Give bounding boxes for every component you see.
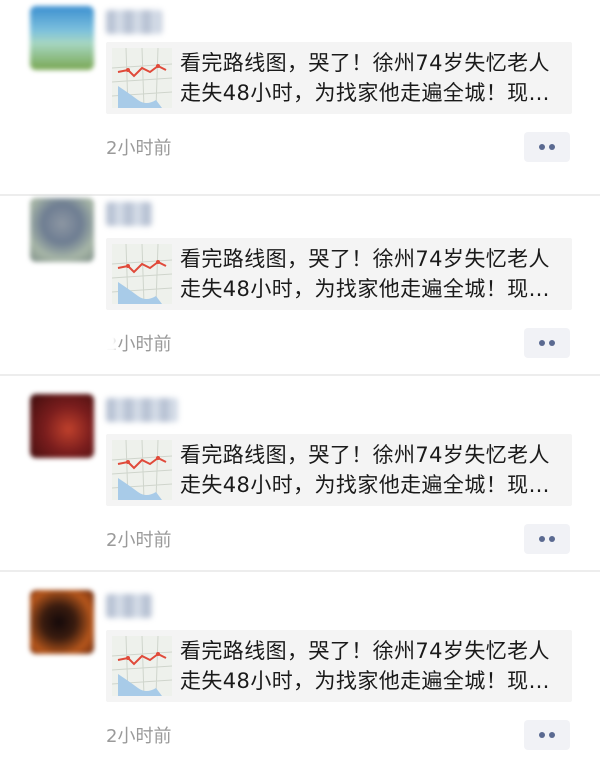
post-time: 2小时前 bbox=[106, 726, 172, 747]
nickname[interactable] bbox=[106, 10, 162, 34]
route-map-thumbnail bbox=[112, 48, 172, 108]
article-title: 看完路线图，哭了！徐州74岁失忆老人 走失48小时，为找家他走遍全城！现… bbox=[180, 51, 550, 105]
nickname[interactable] bbox=[106, 202, 152, 226]
moments-feed: 看完路线图，哭了！徐州74岁失忆老人 走失48小时，为找家他走遍全城！现… 2小… bbox=[0, 0, 600, 760]
ellipsis-icon bbox=[539, 144, 545, 150]
avatar[interactable] bbox=[30, 394, 94, 458]
ellipsis-icon bbox=[539, 340, 545, 346]
article-title: 看完路线图，哭了！徐州74岁失忆老人 走失48小时，为找家他走遍全城！现… bbox=[180, 639, 550, 693]
more-actions-button[interactable] bbox=[524, 132, 570, 162]
map-icon bbox=[112, 440, 172, 500]
nickname[interactable] bbox=[106, 398, 178, 422]
shared-article-card[interactable]: 看完路线图，哭了！徐州74岁失忆老人 走失48小时，为找家他走遍全城！现… bbox=[106, 630, 572, 702]
nickname[interactable] bbox=[106, 594, 152, 618]
more-actions-button[interactable] bbox=[524, 720, 570, 750]
ellipsis-icon bbox=[539, 536, 545, 542]
map-icon bbox=[112, 244, 172, 304]
avatar[interactable] bbox=[30, 198, 94, 262]
route-map-thumbnail bbox=[112, 244, 172, 304]
moment-post: 看完路线图，哭了！徐州74岁失忆老人 走失48小时，为找家他走遍全城！现… 2小… bbox=[0, 572, 600, 760]
article-title: 看完路线图，哭了！徐州74岁失忆老人 走失48小时，为找家他走遍全城！现… bbox=[180, 443, 550, 497]
post-time: 2小时前 bbox=[106, 530, 172, 551]
route-map-thumbnail bbox=[112, 440, 172, 500]
blur-mask bbox=[102, 332, 116, 352]
route-map-thumbnail bbox=[112, 636, 172, 696]
moment-post: 看完路线图，哭了！徐州74岁失忆老人 走失48小时，为找家他走遍全城！现… 2小… bbox=[0, 0, 600, 196]
more-actions-button[interactable] bbox=[524, 524, 570, 554]
more-actions-button[interactable] bbox=[524, 328, 570, 358]
avatar[interactable] bbox=[30, 6, 94, 70]
shared-article-card[interactable]: 看完路线图，哭了！徐州74岁失忆老人 走失48小时，为找家他走遍全城！现… bbox=[106, 42, 572, 114]
post-time: 2小时前 bbox=[106, 138, 172, 159]
avatar[interactable] bbox=[30, 590, 94, 654]
shared-article-card[interactable]: 看完路线图，哭了！徐州74岁失忆老人 走失48小时，为找家他走遍全城！现… bbox=[106, 238, 572, 310]
article-title: 看完路线图，哭了！徐州74岁失忆老人 走失48小时，为找家他走遍全城！现… bbox=[180, 247, 550, 301]
shared-article-card[interactable]: 看完路线图，哭了！徐州74岁失忆老人 走失48小时，为找家他走遍全城！现… bbox=[106, 434, 572, 506]
moment-post: 看完路线图，哭了！徐州74岁失忆老人 走失48小时，为找家他走遍全城！现… 2小… bbox=[0, 376, 600, 572]
moment-post: 看完路线图，哭了！徐州74岁失忆老人 走失48小时，为找家他走遍全城！现… 2小… bbox=[0, 180, 600, 376]
map-icon bbox=[112, 636, 172, 696]
map-icon bbox=[112, 48, 172, 108]
ellipsis-icon bbox=[539, 732, 545, 738]
